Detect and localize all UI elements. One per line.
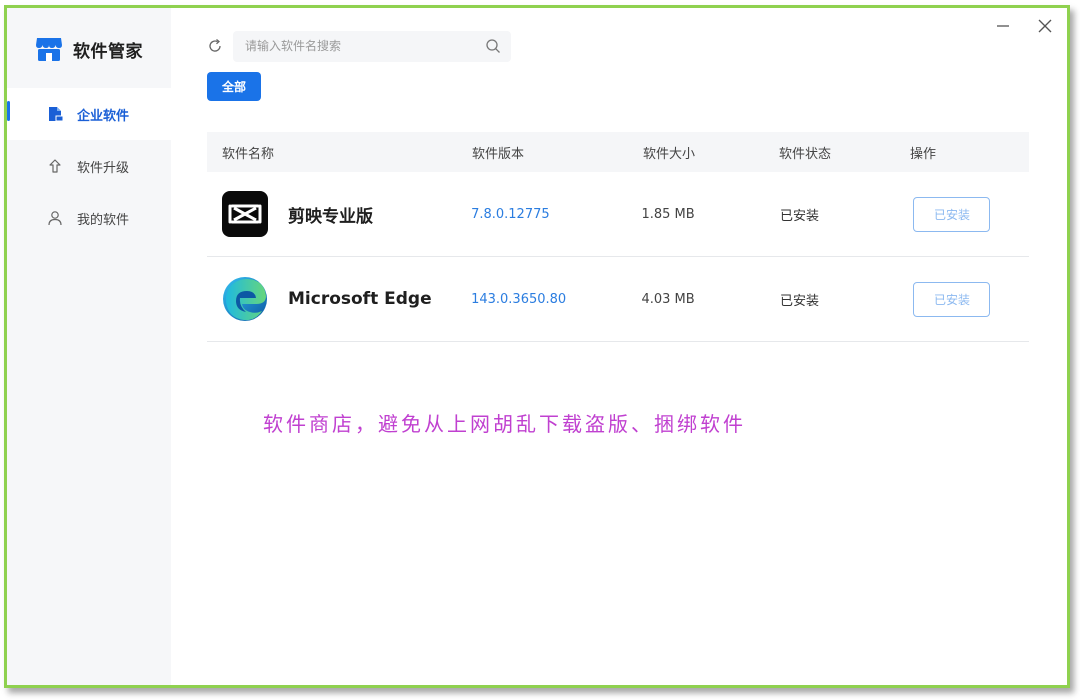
sidebar-item-label: 我的软件 bbox=[77, 212, 130, 228]
tab-all[interactable]: 全部 bbox=[207, 72, 261, 101]
sidebar-nav: 企业软件 软件升级 我的软件 bbox=[7, 88, 171, 244]
refresh-icon[interactable] bbox=[207, 38, 223, 54]
header-action: 操作 bbox=[910, 146, 937, 162]
table-header: 软件名称 软件版本 软件大小 软件状态 操作 bbox=[207, 132, 1029, 172]
search-input[interactable] bbox=[243, 38, 485, 54]
app-version: 143.0.3650.80 bbox=[471, 291, 567, 307]
app-size: 4.03 MB bbox=[641, 291, 695, 307]
enterprise-folder-icon bbox=[49, 107, 63, 122]
store-icon bbox=[36, 38, 62, 61]
close-icon[interactable] bbox=[1035, 16, 1055, 36]
arrow-up-icon bbox=[49, 159, 61, 173]
minimize-icon[interactable] bbox=[993, 16, 1013, 36]
search-box bbox=[233, 30, 511, 62]
app-size: 1.85 MB bbox=[641, 206, 695, 222]
app-logo: 软件管家 bbox=[35, 34, 143, 64]
installed-button[interactable]: 已安装 bbox=[913, 196, 991, 232]
capcut-icon bbox=[222, 191, 268, 237]
sidebar-item-label: 企业软件 bbox=[77, 108, 130, 124]
app-window: 软件管家 企业软件 软件升级 我的软件 请输入软件名搜索 全部 软件名称 软件版… bbox=[4, 5, 1070, 688]
header-size: 软件大小 bbox=[643, 146, 696, 162]
user-icon bbox=[48, 211, 62, 226]
app-status: 已安装 bbox=[779, 293, 819, 309]
toolbar bbox=[207, 30, 511, 62]
sidebar-item-software-upgrade[interactable]: 软件升级 bbox=[7, 140, 171, 192]
table-row: Microsoft Edge 143.0.3650.80 4.03 MB 已安装… bbox=[207, 257, 1029, 342]
app-status: 已安装 bbox=[779, 208, 819, 224]
sidebar-item-label: 软件升级 bbox=[77, 160, 130, 176]
installed-button[interactable]: 已安装 bbox=[913, 281, 991, 317]
header-version: 软件版本 bbox=[472, 146, 525, 162]
header-status: 软件状态 bbox=[779, 146, 832, 162]
search-icon[interactable] bbox=[485, 38, 501, 54]
header-name: 软件名称 bbox=[222, 146, 275, 162]
sidebar: 软件管家 企业软件 软件升级 我的软件 bbox=[7, 8, 171, 685]
app-name: Microsoft Edge bbox=[288, 289, 432, 309]
app-version: 7.8.0.12775 bbox=[471, 206, 550, 222]
annotation-text: 软件商店，避免从上网胡乱下载盗版、捆绑软件 bbox=[263, 412, 746, 436]
table-row: 剪映专业版 7.8.0.12775 1.85 MB 已安装 已安装 bbox=[207, 172, 1029, 257]
app-name: 剪映专业版 bbox=[288, 206, 373, 227]
app-title: 软件管家 bbox=[73, 41, 143, 62]
sidebar-item-my-software[interactable]: 我的软件 bbox=[7, 192, 171, 244]
edge-icon bbox=[223, 277, 267, 321]
sidebar-item-enterprise-software[interactable]: 企业软件 bbox=[7, 88, 171, 140]
software-table: 软件名称 软件版本 软件大小 软件状态 操作 剪映专业版 7.8.0.12775… bbox=[207, 132, 1029, 342]
